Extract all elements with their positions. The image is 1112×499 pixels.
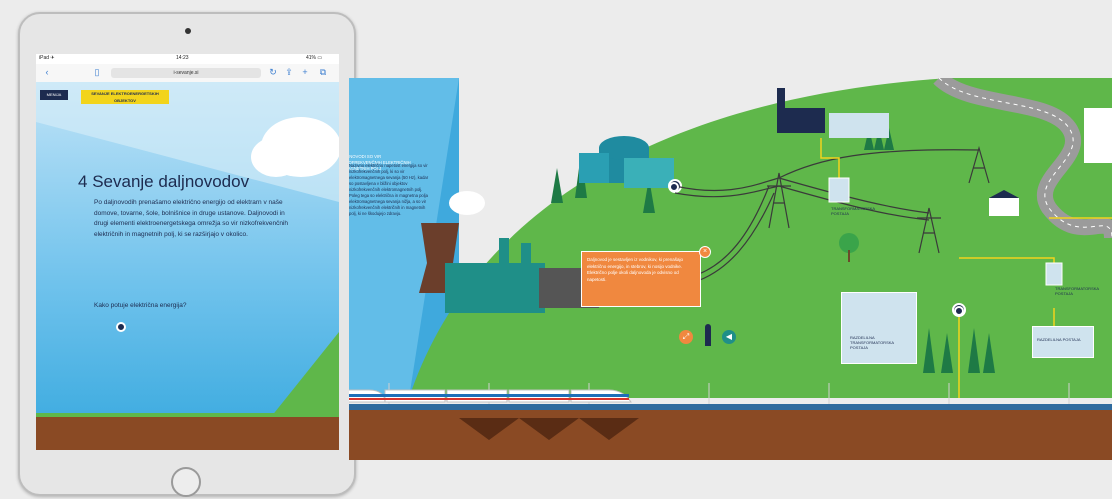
- camera-icon: [185, 28, 191, 34]
- grass-strip: [36, 413, 339, 417]
- landscape-scene: DALJNOVODI SO VIR NIZKOFREKVENČNIH ELEKT…: [349, 78, 1112, 460]
- tabs-icon[interactable]: ⧉: [318, 67, 328, 78]
- expand-button[interactable]: ⤢: [679, 330, 693, 344]
- substation-label: TRANSFORMATORSKA POSTAJA: [831, 206, 875, 216]
- audio-button[interactable]: ◀: [722, 330, 736, 344]
- ground-strip: [36, 417, 339, 450]
- substation-box-2-label: RAZDELILNA POSTAJA: [1037, 337, 1081, 342]
- hotspot-line[interactable]: [954, 306, 964, 316]
- info-paragraph: Nazivno električno napetost energija so …: [349, 163, 429, 216]
- new-tab-icon[interactable]: +: [300, 67, 310, 78]
- status-bar: iPad ✈ 14:23 41% ▭: [36, 54, 339, 64]
- close-icon[interactable]: ×: [699, 246, 711, 258]
- section-title: Sevanje daljnovodov: [92, 172, 250, 191]
- book-icon[interactable]: ▯: [92, 67, 102, 78]
- callout-text: Daljnovod je sestavljen iz vodnikov, ki …: [587, 257, 683, 282]
- scene-illustration: [349, 78, 1112, 460]
- status-time: 14:23: [176, 55, 189, 61]
- page-title: 4 Sevanje daljnovodov: [78, 172, 318, 192]
- intro-paragraph: Po daljnovodih prenašamo električno ener…: [94, 199, 289, 238]
- web-page: MENIJA SEVANJE ELEKTROENERGETSKIH OBJEKT…: [36, 82, 339, 450]
- back-icon[interactable]: ‹: [42, 67, 52, 78]
- address-bar[interactable]: i-sevanje.si: [111, 68, 261, 78]
- substation-box-1[interactable]: RAZDELILNA TRANSFORMATORSKA POSTAJA: [841, 292, 917, 364]
- home-button[interactable]: [171, 467, 201, 497]
- reload-icon[interactable]: ↻: [268, 67, 278, 78]
- substation-label-2: TRANSFORMATORSKA POSTAJA: [1055, 286, 1099, 296]
- substation-box-1-label: RAZDELILNA TRANSFORMATORSKA POSTAJA: [850, 335, 894, 350]
- section-tag[interactable]: SEVANJE ELEKTROENERGETSKIH OBJEKTOV: [81, 90, 169, 104]
- tablet-device: iPad ✈ 14:23 41% ▭ ‹ ▯ i-sevanje.si ↻ ⇪ …: [18, 12, 356, 497]
- substation-box-2[interactable]: RAZDELILNA POSTAJA: [1032, 326, 1094, 358]
- status-carrier: iPad ✈: [39, 55, 55, 61]
- menu-button[interactable]: MENIJA: [40, 90, 68, 100]
- question-text: Kako potuje električna energija?: [94, 302, 187, 309]
- page-backdrop: [36, 82, 339, 450]
- status-battery: 41% ▭: [306, 55, 323, 61]
- hotspot-button[interactable]: [116, 322, 126, 332]
- info-callout: Daljnovod je sestavljen iz vodnikov, ki …: [581, 251, 701, 307]
- share-icon[interactable]: ⇪: [284, 67, 294, 78]
- browser-toolbar: ‹ ▯ i-sevanje.si ↻ ⇪ + ⧉: [36, 64, 339, 83]
- tablet-screen: iPad ✈ 14:23 41% ▭ ‹ ▯ i-sevanje.si ↻ ⇪ …: [36, 54, 339, 450]
- person-figure: [705, 324, 711, 346]
- hotspot-plant[interactable]: [669, 182, 679, 192]
- section-number: 4: [78, 172, 88, 191]
